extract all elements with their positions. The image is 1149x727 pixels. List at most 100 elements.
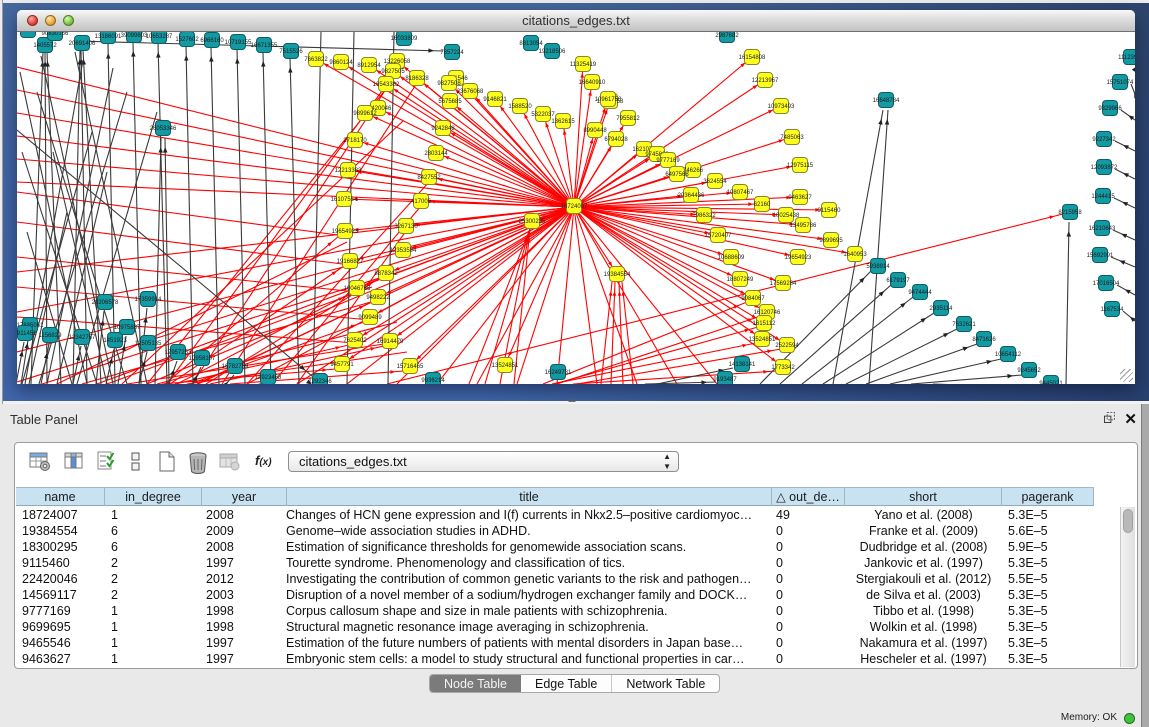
svg-text:9899695: 9899695	[819, 238, 843, 244]
svg-text:9115460: 9115460	[818, 208, 842, 214]
svg-text:52601815: 52601815	[17, 32, 42, 34]
svg-text:3911451: 3911451	[17, 331, 37, 337]
svg-text:16671355: 16671355	[251, 43, 278, 49]
svg-text:7515526: 7515526	[279, 49, 303, 55]
svg-text:11123944: 11123944	[1118, 55, 1135, 61]
svg-text:9827505: 9827505	[381, 69, 405, 75]
svg-text:2522594: 2522594	[775, 343, 799, 349]
svg-text:1615112: 1615112	[753, 321, 777, 327]
svg-text:9227342: 9227342	[1092, 137, 1116, 143]
svg-text:16914479: 16914479	[377, 339, 404, 345]
svg-text:1451923: 1451923	[103, 338, 127, 344]
svg-text:7625402: 7625402	[343, 338, 367, 344]
svg-text:9474444: 9474444	[908, 290, 932, 296]
svg-text:8990448: 8990448	[583, 128, 607, 134]
svg-text:9245652: 9245652	[1017, 368, 1041, 374]
svg-text:9242848: 9242848	[431, 126, 455, 132]
svg-text:1588520: 1588520	[508, 104, 532, 110]
svg-text:5322037: 5322037	[531, 112, 555, 118]
svg-text:23676068: 23676068	[457, 89, 484, 95]
svg-text:12213967: 12213967	[752, 78, 779, 84]
svg-text:16033809: 16033809	[391, 36, 418, 42]
svg-text:6794028: 6794028	[604, 137, 628, 143]
svg-text:20364436: 20364436	[678, 193, 705, 199]
svg-text:19166827: 19166827	[337, 259, 364, 265]
svg-text:9084067: 9084067	[741, 296, 765, 302]
svg-text:19384554: 19384554	[604, 272, 631, 278]
svg-text:417006: 417006	[411, 199, 432, 205]
svg-text:12353594: 12353594	[390, 248, 417, 254]
svg-text:9099489: 9099489	[358, 315, 382, 321]
svg-text:6966160: 6966160	[200, 38, 224, 44]
svg-text:8186328: 8186328	[405, 76, 429, 82]
svg-text:13186091: 13186091	[95, 34, 122, 40]
svg-text:12093872: 12093872	[1091, 165, 1118, 171]
svg-text:1244415: 1244415	[1091, 194, 1115, 200]
svg-text:12975115: 12975115	[787, 163, 814, 169]
svg-text:16107554: 16107554	[331, 197, 358, 203]
svg-text:16782759: 16782759	[222, 364, 249, 370]
svg-text:8878342: 8878342	[374, 271, 398, 277]
svg-text:16640910: 16640910	[579, 80, 606, 86]
svg-text:62160: 62160	[754, 202, 771, 208]
svg-text:3267130: 3267130	[394, 224, 418, 230]
svg-text:8427552: 8427552	[417, 175, 441, 181]
svg-text:16648784: 16648784	[873, 98, 900, 104]
svg-text:16154808: 16154808	[739, 55, 766, 61]
svg-text:15720407: 15720407	[705, 233, 732, 239]
svg-text:7357224: 7357224	[440, 50, 464, 56]
svg-text:1527602: 1527602	[175, 37, 199, 43]
svg-text:18807249: 18807249	[727, 277, 754, 283]
svg-text:1292346: 1292346	[308, 379, 332, 384]
svg-text:20691406: 20691406	[69, 41, 96, 47]
svg-text:16543382: 16543382	[373, 82, 400, 88]
svg-text:2718170: 2718170	[343, 138, 367, 144]
svg-text:9860124: 9860124	[329, 60, 353, 66]
svg-text:7955812: 7955812	[616, 116, 640, 122]
svg-text:10807467: 10807467	[727, 190, 754, 196]
svg-text:16210643: 16210643	[1089, 226, 1116, 232]
svg-text:8912954: 8912954	[357, 63, 381, 69]
svg-text:12342757: 12342757	[69, 335, 96, 341]
svg-text:11325419: 11325419	[570, 62, 597, 68]
svg-text:10973493: 10973493	[768, 104, 795, 110]
svg-text:13495786: 13495786	[790, 223, 817, 229]
svg-text:9463627: 9463627	[788, 195, 812, 201]
svg-text:15716465: 15716465	[397, 364, 424, 370]
svg-text:9193487: 9193487	[713, 377, 737, 383]
svg-text:18724007: 18724007	[561, 204, 588, 210]
svg-text:1640953: 1640953	[843, 252, 867, 258]
svg-text:1405572: 1405572	[33, 43, 57, 49]
svg-text:3624554: 3624554	[703, 179, 727, 185]
svg-text:10654112: 10654112	[995, 352, 1022, 358]
svg-text:90830166: 90830166	[42, 32, 69, 37]
svg-text:9457791: 9457791	[330, 362, 354, 368]
svg-text:17359914: 17359914	[135, 297, 162, 303]
svg-text:2803144: 2803144	[424, 151, 448, 157]
svg-text:2987682: 2987682	[715, 33, 739, 39]
svg-text:9936214: 9936214	[421, 378, 445, 384]
svg-text:2935114: 2935114	[930, 306, 954, 312]
svg-text:10719155: 10719155	[225, 40, 252, 46]
svg-text:5675685: 5675685	[438, 99, 462, 105]
svg-text:14138141: 14138141	[729, 362, 756, 368]
svg-text:13524851: 13524851	[492, 363, 519, 369]
svg-text:12923468: 12923468	[255, 375, 282, 381]
svg-text:10653287: 10653287	[146, 34, 173, 40]
svg-text:7485063: 7485063	[780, 135, 804, 141]
svg-text:10025438: 10025438	[773, 213, 800, 219]
svg-text:20206578: 20206578	[92, 300, 119, 306]
svg-text:9777169: 9777169	[656, 158, 680, 164]
svg-text:1167534: 1167534	[1101, 307, 1125, 313]
svg-text:39099603: 39099603	[121, 33, 148, 39]
svg-text:9827508: 9827508	[437, 81, 461, 87]
svg-text:19218506: 19218506	[539, 49, 566, 55]
svg-text:9445021: 9445021	[1039, 381, 1063, 384]
svg-text:8215958: 8215958	[1058, 210, 1082, 216]
svg-text:9899612: 9899612	[353, 111, 377, 117]
svg-text:19654923: 19654923	[785, 255, 812, 261]
svg-text:10046766: 10046766	[344, 286, 371, 292]
svg-text:1362615: 1362615	[551, 119, 575, 125]
svg-text:17569284: 17569284	[770, 281, 797, 287]
svg-text:1156829: 1156829	[39, 333, 63, 339]
